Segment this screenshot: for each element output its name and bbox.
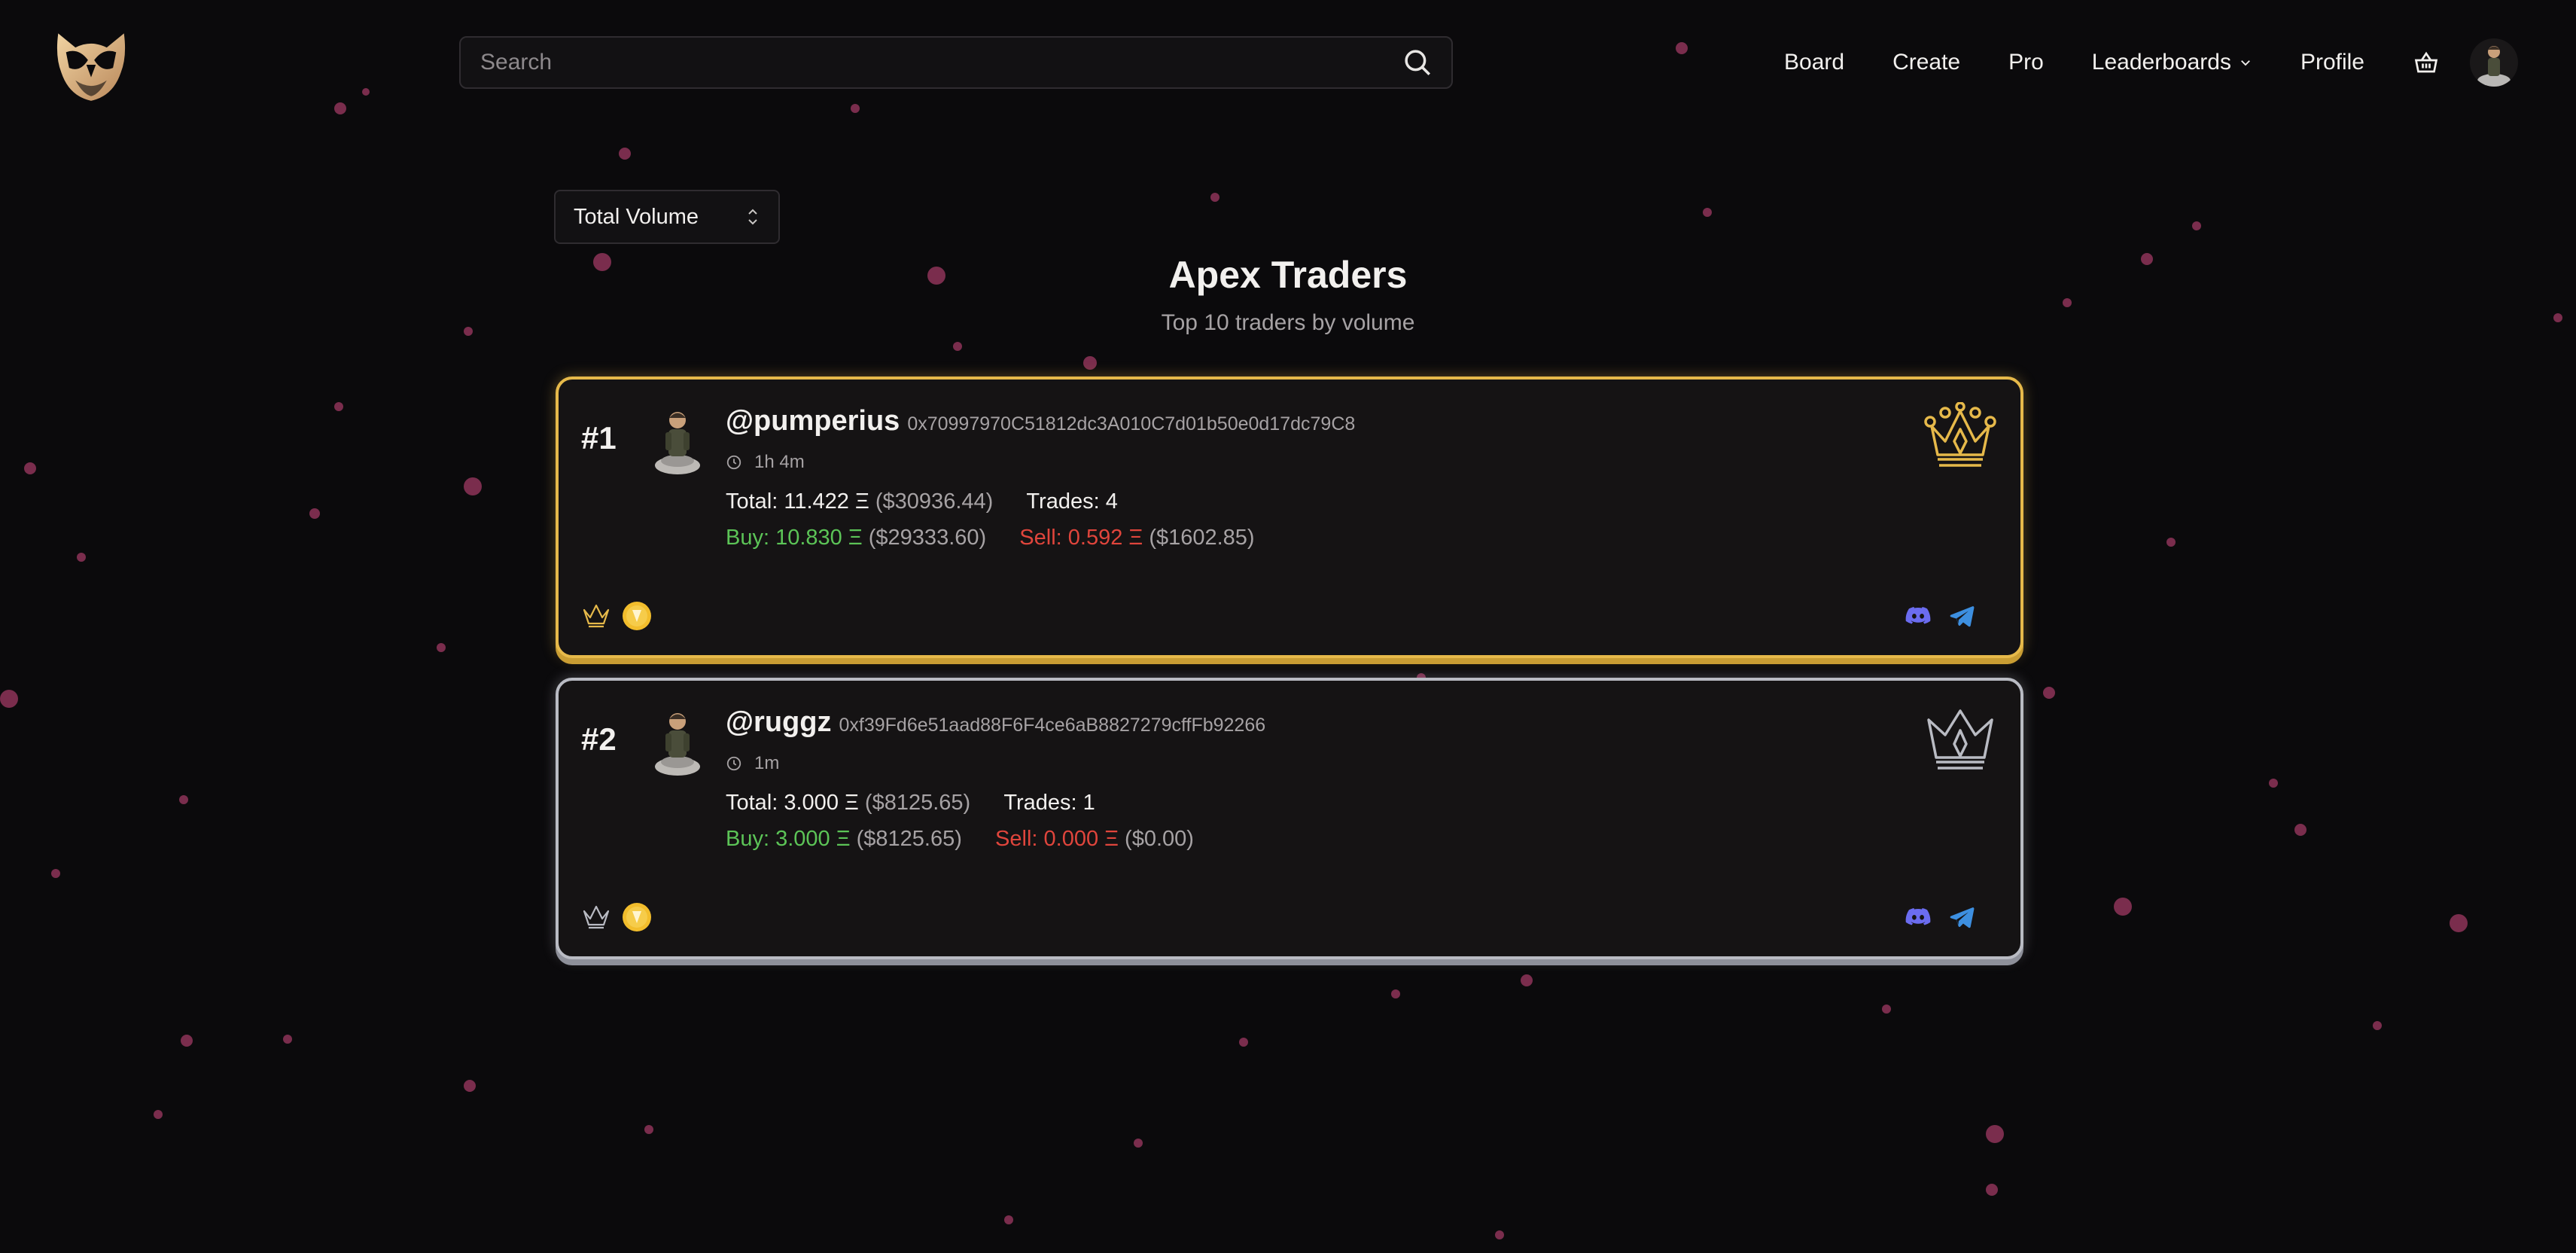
clock-icon (726, 756, 741, 771)
nav-create-link[interactable]: Create (1892, 50, 1960, 75)
buy-sell-stats: Buy: 10.830 Ξ ($29333.60) Sell: 0.592 Ξ … (726, 526, 1255, 550)
nav-profile-link[interactable]: Profile (2300, 50, 2364, 75)
rank-label: #1 (581, 420, 617, 456)
page-subtitle: Top 10 traders by volume (1161, 310, 1415, 335)
discord-icon[interactable] (1905, 904, 1932, 931)
last-trade-time: 1m (726, 753, 779, 774)
small-crown-icon (583, 905, 610, 929)
total-stats: Total: 11.422 Ξ ($30936.44) Trades: 4 (726, 489, 1118, 514)
total-stats: Total: 3.000 Ξ ($8125.65) Trades: 1 (726, 791, 1095, 816)
basket-icon[interactable] (2413, 49, 2440, 76)
wallet-address[interactable]: 0xf39Fd6e51aad88F6F4ce6aB8827279cffFb922… (839, 715, 1265, 736)
coin-badge-icon (623, 602, 651, 630)
silver-crown-icon (1927, 709, 1993, 770)
trader-card[interactable]: #2 @ruggz 0xf39Fd6e51aad88F6F4ce6aB88272… (556, 678, 2023, 959)
user-avatar[interactable] (2470, 38, 2518, 87)
trader-badges (581, 902, 652, 932)
trader-username[interactable]: @pumperius (726, 405, 900, 437)
coin-badge-icon (623, 903, 651, 931)
search-icon[interactable] (1402, 47, 1433, 78)
rank-label: #2 (581, 721, 617, 757)
buy-usd: ($8125.65) (856, 827, 962, 851)
nav-leaderboards-label: Leaderboards (2091, 50, 2231, 75)
search-input[interactable] (479, 49, 1402, 76)
buy-usd: ($29333.60) (868, 526, 987, 550)
nav-pro-link[interactable]: Pro (2008, 50, 2044, 75)
total-volume: Total: 11.422 Ξ (726, 489, 869, 514)
sell-usd: ($0.00) (1125, 827, 1194, 851)
sort-select[interactable]: Total Volume (554, 190, 780, 244)
small-crown-icon (583, 604, 610, 628)
search-bar[interactable] (459, 36, 1453, 89)
telegram-icon[interactable] (1948, 602, 1975, 630)
site-logo[interactable] (51, 26, 131, 104)
user-avatar-image (2470, 38, 2518, 87)
sort-select-value: Total Volume (574, 204, 699, 229)
total-usd: ($30936.44) (875, 489, 994, 514)
time-value: 1m (754, 753, 780, 773)
buy-sell-stats: Buy: 3.000 Ξ ($8125.65) Sell: 0.000 Ξ ($… (726, 827, 1194, 852)
social-links (1888, 904, 1975, 931)
gold-crown-icon (1924, 402, 1996, 467)
sell-usd: ($1602.85) (1149, 526, 1255, 550)
clock-icon (726, 455, 741, 470)
buy-volume: Buy: 10.830 Ξ (726, 526, 863, 550)
trader-badges (581, 601, 652, 631)
trader-card[interactable]: #1 @pumperius 0x70997970C51812dc3A010C7d… (556, 377, 2023, 658)
sell-volume: Sell: 0.592 Ξ (1019, 526, 1143, 550)
trader-username-row: @ruggz 0xf39Fd6e51aad88F6F4ce6aB8827279c… (726, 706, 1265, 739)
telegram-icon[interactable] (1948, 904, 1975, 931)
sell-volume: Sell: 0.000 Ξ (995, 827, 1119, 851)
trader-avatar (655, 713, 700, 776)
total-usd: ($8125.65) (864, 791, 971, 815)
nav-leaderboards-dropdown[interactable]: Leaderboards (2092, 50, 2252, 75)
trades-count: Trades: 4 (1026, 489, 1118, 514)
social-links (1888, 602, 1975, 630)
last-trade-time: 1h 4m (726, 452, 805, 473)
wallet-address[interactable]: 0x70997970C51812dc3A010C7d01b50e0d17dc79… (907, 413, 1355, 435)
time-value: 1h 4m (754, 452, 805, 472)
main-nav: Board Create Pro Leaderboards Profile (1784, 36, 2518, 89)
chevron-down-icon (2241, 60, 2250, 66)
total-volume: Total: 3.000 Ξ (726, 791, 859, 815)
trader-username[interactable]: @ruggz (726, 706, 831, 739)
nav-board-link[interactable]: Board (1784, 50, 1844, 75)
buy-volume: Buy: 3.000 Ξ (726, 827, 851, 851)
trades-count: Trades: 1 (1003, 791, 1095, 815)
trader-username-row: @pumperius 0x70997970C51812dc3A010C7d01b… (726, 405, 1355, 437)
up-down-chevron-icon (748, 209, 757, 225)
owl-logo-icon (56, 33, 126, 101)
discord-icon[interactable] (1905, 602, 1932, 630)
page-title: Apex Traders (1168, 254, 1408, 296)
trader-avatar (655, 412, 700, 474)
